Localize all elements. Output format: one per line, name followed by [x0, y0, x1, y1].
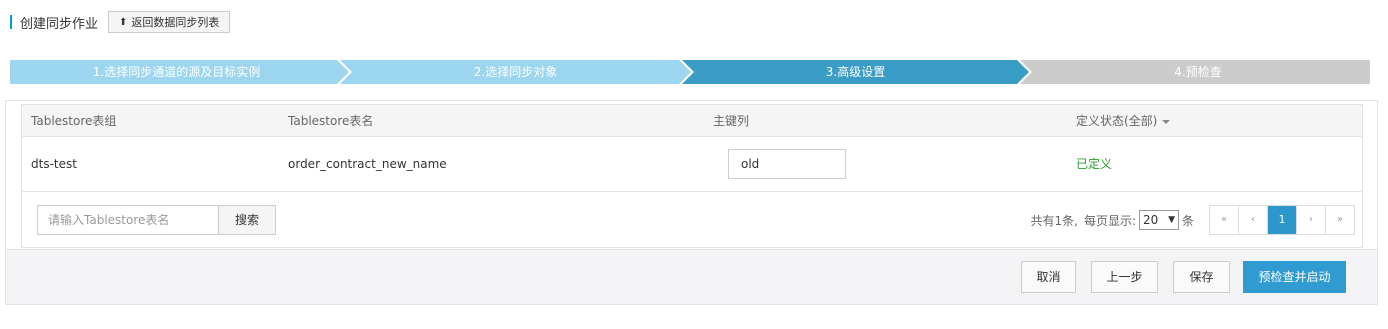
step-3-label[interactable]: 3.高级设置 — [688, 60, 1023, 84]
previous-step-button[interactable]: 上一步 — [1091, 261, 1158, 293]
primary-key-input[interactable] — [728, 149, 846, 179]
back-button-label: 返回数据同步列表 — [131, 16, 220, 29]
step-1-label[interactable]: 1.选择同步通道的源及目标实例 — [10, 60, 343, 84]
col-header-status-filter[interactable]: 定义状态(全部) — [1076, 105, 1171, 137]
cell-group: dts-test — [31, 157, 77, 171]
last-page-button[interactable]: » — [1326, 206, 1354, 234]
step-4-label[interactable]: 4.预检查 — [1026, 60, 1370, 84]
pagination: « ‹ 1 › » — [1209, 205, 1355, 235]
mapping-table: Tablestore表组 Tablestore表名 主键列 定义状态(全部) d… — [21, 104, 1363, 248]
save-button[interactable]: 保存 — [1173, 261, 1230, 293]
pagination-info: 共有1条, 每页显示: 20 ▼ 条 — [1030, 205, 1194, 235]
first-page-button[interactable]: « — [1210, 206, 1239, 234]
chevron-down-icon: ▼ — [1168, 215, 1175, 225]
col-header-name: Tablestore表名 — [288, 114, 374, 128]
table-header: Tablestore表组 Tablestore表名 主键列 定义状态(全部) — [21, 104, 1363, 137]
caret-down-icon — [1162, 119, 1171, 124]
next-page-button[interactable]: › — [1297, 206, 1326, 234]
back-arrow-icon: ⬆ — [119, 16, 128, 28]
per-page-value: 20 — [1142, 213, 1159, 227]
cancel-button[interactable]: 取消 — [1021, 261, 1076, 293]
table-search-input[interactable] — [37, 205, 219, 235]
table-footer: 搜索 共有1条, 每页显示: 20 ▼ 条 « ‹ 1 › » — [21, 192, 1363, 248]
total-count-text: 共有1条, — [1030, 213, 1078, 228]
cell-name: order_contract_new_name — [288, 157, 447, 171]
status-filter-label: 定义状态(全部) — [1076, 114, 1158, 128]
table-row: dts-test order_contract_new_name 已定义 — [21, 137, 1363, 192]
precheck-and-start-button[interactable]: 预检查并启动 — [1243, 261, 1346, 293]
search-button[interactable]: 搜索 — [218, 205, 276, 235]
per-page-unit: 条 — [1181, 213, 1194, 228]
title-accent-bar — [10, 15, 12, 29]
cell-status: 已定义 — [1076, 157, 1113, 171]
page-1-button[interactable]: 1 — [1268, 206, 1297, 234]
page-header: 创建同步作业 ⬆ 返回数据同步列表 — [10, 10, 231, 34]
step-2-label[interactable]: 2.选择同步对象 — [346, 60, 685, 84]
back-to-list-button[interactable]: ⬆ 返回数据同步列表 — [108, 11, 231, 33]
action-bar: 取消 上一步 保存 预检查并启动 — [6, 249, 1377, 304]
prev-page-button[interactable]: ‹ — [1239, 206, 1268, 234]
step-wizard: 1.选择同步通道的源及目标实例 2.选择同步对象 3.高级设置 4.预检查 — [10, 60, 1370, 84]
page-title: 创建同步作业 — [20, 16, 99, 32]
per-page-label: 每页显示: — [1083, 213, 1136, 228]
col-header-group: Tablestore表组 — [31, 114, 117, 128]
col-header-pk: 主键列 — [713, 114, 750, 128]
per-page-select[interactable]: 20 ▼ — [1138, 210, 1179, 230]
advanced-settings-panel: Tablestore表组 Tablestore表名 主键列 定义状态(全部) d… — [5, 100, 1378, 305]
